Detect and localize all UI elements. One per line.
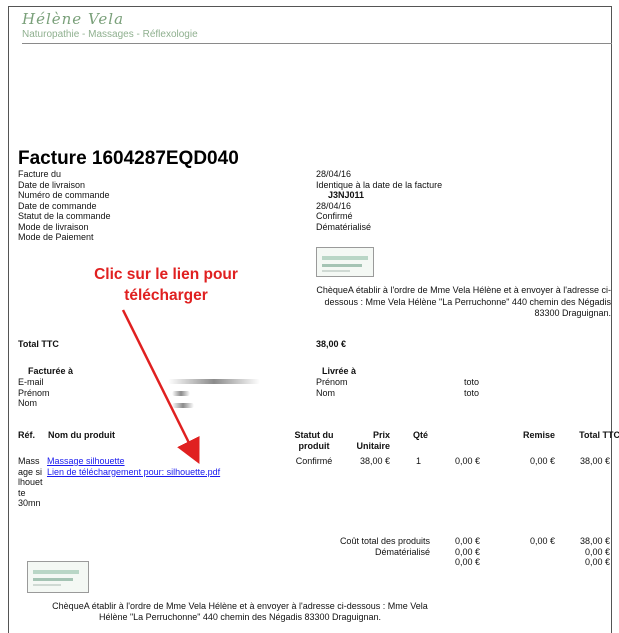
summary-tax-products: 0,00 € <box>454 536 480 546</box>
redacted-firstname <box>172 391 190 396</box>
row-unit-price: 38,00 € <box>359 456 390 466</box>
row-ref-line: te <box>18 487 26 498</box>
footer-payment-instructions: ChèqueA établir à l'ordre de Mme Vela Hé… <box>52 601 428 622</box>
delivered-firstname-label: Prénom <box>316 377 348 387</box>
row-ref: Mass age si lhouet te 30mn <box>18 456 43 509</box>
summary-label-products: Coût total des produits <box>339 536 430 546</box>
summary-tax: 0,00 € 0,00 € 0,00 € <box>440 536 480 568</box>
summary-tax-delivery: 0,00 € <box>454 546 480 557</box>
delivered-lastname-label: Nom <box>316 387 336 398</box>
summary-total-delivery: 0,00 € <box>584 546 610 557</box>
summary-discount-products: 0,00 € <box>529 536 555 546</box>
total-value: 38,00 € <box>316 339 347 349</box>
col-header-product: Nom du produit <box>48 430 115 440</box>
total-label: Total TTC <box>18 339 59 349</box>
col-header-price: Prix Unitaire <box>340 430 390 451</box>
redacted-lastname <box>172 403 194 408</box>
summary-tax-extra: 0,00 € <box>454 557 480 567</box>
summary-label-delivery: Dématérialisé <box>374 546 430 557</box>
row-qty: 1 <box>416 456 422 466</box>
billed-to-header: Facturée à <box>28 366 74 376</box>
delivered-to-header: Livrée à <box>322 366 357 376</box>
summary-labels: Coût total des produits Dématérialisé <box>300 536 430 568</box>
footer-cheque-icon <box>27 561 89 593</box>
billed-firstname-label: Prénom <box>18 387 50 398</box>
redacted-email <box>168 379 260 384</box>
col-header-qty: Qté <box>413 430 429 440</box>
row-status: Confirmé <box>295 456 333 466</box>
col-header-ref: Réf. <box>18 430 36 440</box>
row-ref-line: lhouet <box>18 477 43 487</box>
col-header-price-line2: Unitaire <box>356 440 390 451</box>
delivered-lastname-value: toto <box>464 387 480 398</box>
summary-total-extra: 0,00 € <box>584 557 610 567</box>
col-header-status: Statut du produit <box>284 430 344 451</box>
product-link[interactable]: Massage silhouette <box>47 456 220 467</box>
billed-email-label: E-mail <box>18 377 44 387</box>
summary-label-extra <box>300 557 430 568</box>
summary-discount: 0,00 € <box>500 536 555 547</box>
row-ref-line: 30mn <box>18 498 41 508</box>
summary-total-products: 38,00 € <box>579 536 610 546</box>
row-tax: 0,00 € <box>454 456 480 466</box>
row-product: Massage silhouette Lien de téléchargemen… <box>47 456 220 477</box>
row-ref-line: age si <box>18 466 43 477</box>
col-header-price-line1: Prix <box>372 430 390 440</box>
summary-total: 38,00 € 0,00 € 0,00 € <box>560 536 610 568</box>
col-header-status-line2: produit <box>298 440 330 451</box>
col-header-total: Total TTC <box>579 430 619 440</box>
delivered-values: toto toto <box>464 377 479 398</box>
col-header-status-line1: Statut du <box>294 430 334 440</box>
billed-lastname-label: Nom <box>18 398 38 408</box>
col-header-discount: Remise <box>522 430 555 440</box>
row-total: 38,00 € <box>579 456 610 466</box>
row-discount: 0,00 € <box>529 456 555 466</box>
row-ref-line: Mass <box>18 456 40 466</box>
download-link[interactable]: Lien de téléchargement pour: silhouette.… <box>47 467 220 478</box>
billed-to-fields: E-mail Prénom Nom <box>18 377 50 409</box>
delivered-firstname-value: toto <box>464 377 480 387</box>
delivered-labels: Prénom Nom <box>316 377 348 398</box>
